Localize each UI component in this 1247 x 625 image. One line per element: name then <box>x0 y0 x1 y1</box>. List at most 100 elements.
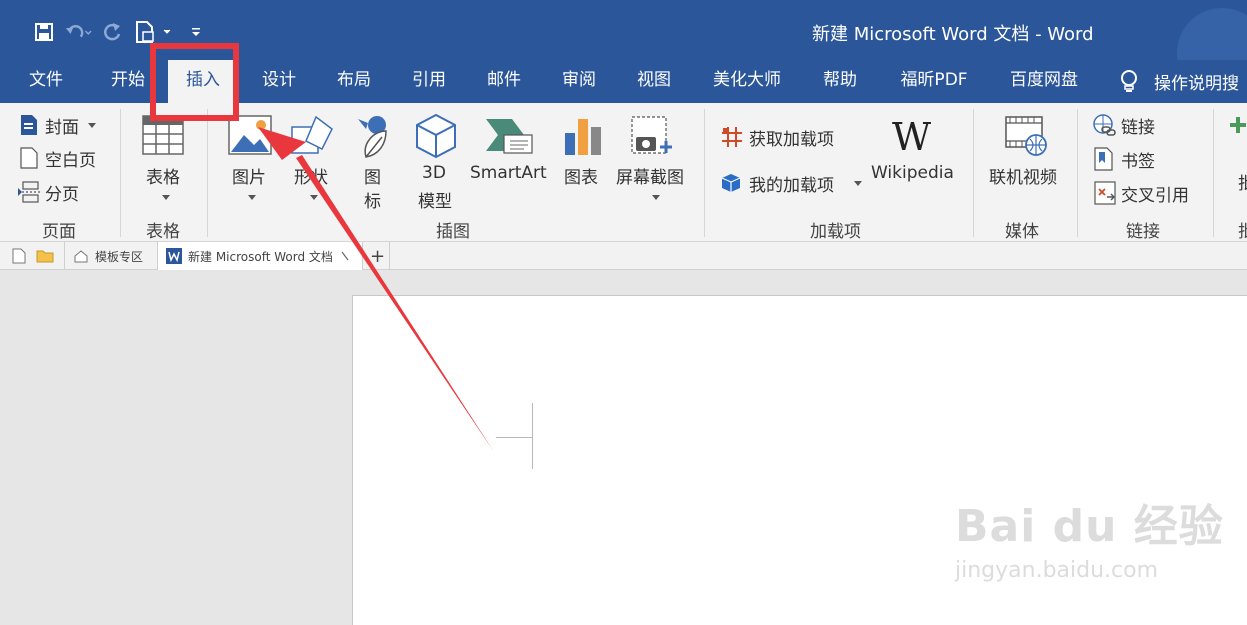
3d-model-label-line2: 模型 <box>418 192 452 212</box>
cross-reference-button[interactable]: 交叉引用 <box>1092 179 1212 207</box>
wikipedia-button[interactable]: W Wikipedia <box>868 111 962 206</box>
document-icon <box>136 21 171 43</box>
table-button[interactable]: 表格 <box>136 111 192 206</box>
watermark-url: jingyan.baidu.com <box>955 558 1159 583</box>
wikipedia-icon: W <box>892 115 932 159</box>
media-group-label: 媒体 <box>1005 222 1039 242</box>
3d-model-button[interactable]: 3D 模型 <box>410 111 462 212</box>
my-addins-button[interactable]: 我的加载项 <box>720 169 866 197</box>
screenshot-icon <box>631 116 672 154</box>
icons-button[interactable]: 图 标 <box>350 111 398 212</box>
tab-templates[interactable]: 模板专区 <box>64 242 151 270</box>
margin-corner-mark <box>496 437 533 438</box>
get-addins-button[interactable]: 获取加载项 <box>720 123 850 151</box>
tab-review[interactable]: 审阅 <box>553 60 605 103</box>
tab-view[interactable]: 视图 <box>628 60 680 103</box>
redo-button[interactable] <box>98 18 126 46</box>
add-tab-button[interactable]: + <box>366 242 390 270</box>
screenshot-button[interactable]: 屏幕截图 <box>614 111 694 206</box>
blank-document-icon <box>12 248 26 264</box>
group-separator <box>973 109 974 237</box>
redo-icon <box>104 23 121 41</box>
chart-button[interactable]: 图表 <box>560 111 608 206</box>
smartart-icon <box>486 119 533 154</box>
tab-baidu-netdisk[interactable]: 百度网盘 <box>1000 60 1088 103</box>
blank-page-button[interactable]: 空白页 <box>18 146 108 172</box>
quick-access-toolbar <box>30 18 216 46</box>
annotation-highlight-box <box>150 43 239 121</box>
tab-home[interactable]: 开始 <box>102 60 154 103</box>
open-folder-button[interactable] <box>36 242 54 270</box>
blank-page-icon <box>20 147 38 169</box>
group-separator <box>207 109 208 237</box>
tab-design[interactable]: 设计 <box>253 60 305 103</box>
tab-foxit-pdf[interactable]: 福昕PDF <box>889 60 979 103</box>
group-separator <box>120 109 121 237</box>
link-label: 链接 <box>1121 118 1155 138</box>
cover-page-label: 封面 <box>45 118 79 138</box>
tab-help[interactable]: 帮助 <box>814 60 866 103</box>
shapes-button[interactable]: 形状 <box>288 111 340 206</box>
folder-icon <box>36 250 54 263</box>
screenshot-label: 屏幕截图 <box>616 168 684 188</box>
tab-mailings[interactable]: 邮件 <box>478 60 530 103</box>
icons-label-line2: 标 <box>364 192 381 212</box>
undo-button[interactable] <box>64 18 92 46</box>
close-icon[interactable] <box>341 251 349 261</box>
group-separator <box>1077 109 1078 237</box>
get-addins-label: 获取加载项 <box>749 130 834 150</box>
customize-qat-button[interactable] <box>182 18 210 46</box>
shapes-caret <box>310 195 318 200</box>
lightbulb-icon <box>1121 69 1137 92</box>
icons-label-line1: 图 <box>364 168 381 188</box>
page-break-icon <box>18 181 42 203</box>
smartart-button[interactable]: SmartArt <box>468 111 552 206</box>
save-button[interactable] <box>30 18 58 46</box>
link-button[interactable]: 链接 <box>1092 111 1202 139</box>
print-preview-button[interactable] <box>132 18 176 46</box>
home-icon <box>74 250 88 263</box>
table-icon <box>142 115 184 155</box>
3d-model-label-line1: 3D <box>422 163 446 183</box>
page-break-button[interactable]: 分页 <box>18 180 108 206</box>
watermark-main-text: Bai du 经验 <box>955 501 1224 552</box>
tab-current-document[interactable]: 新建 Microsoft Word 文档 <box>157 242 363 270</box>
cube-icon <box>416 113 456 159</box>
shapes-label: 形状 <box>294 168 328 188</box>
tab-references[interactable]: 引用 <box>403 60 455 103</box>
picture-icon <box>228 115 272 155</box>
blank-page-label: 空白页 <box>45 151 96 171</box>
shapes-icon <box>291 115 333 154</box>
comment-button[interactable]: 批 <box>1230 111 1247 206</box>
group-separator <box>704 109 705 237</box>
margin-corner-mark <box>532 403 533 469</box>
picture-caret <box>248 195 256 200</box>
pages-group-label: 页面 <box>42 222 76 242</box>
wikipedia-label: Wikipedia <box>871 163 954 183</box>
word-doc-icon <box>166 248 182 264</box>
links-group-label: 链接 <box>1126 222 1160 242</box>
tab-file[interactable]: 文件 <box>20 60 72 103</box>
cross-reference-label: 交叉引用 <box>1121 186 1189 206</box>
bookmark-button[interactable]: 书签 <box>1092 145 1202 173</box>
new-document-button[interactable] <box>12 242 26 270</box>
cover-page-icon <box>21 115 37 135</box>
page-break-label: 分页 <box>45 185 79 205</box>
picture-button[interactable]: 图片 <box>226 111 278 206</box>
bookmark-label: 书签 <box>1121 152 1155 172</box>
picture-label: 图片 <box>232 168 266 188</box>
tell-me-search[interactable]: 操作说明搜 <box>1118 60 1239 103</box>
tab-layout[interactable]: 布局 <box>328 60 380 103</box>
my-addins-caret <box>854 181 862 186</box>
undo-icon <box>65 25 92 38</box>
comment-label: 批 <box>1238 174 1247 194</box>
illustrations-group-label: 插图 <box>436 222 470 242</box>
link-icon <box>1093 114 1116 136</box>
tab-beautify-master[interactable]: 美化大师 <box>703 60 791 103</box>
store-icon <box>722 127 742 147</box>
addin-cube-icon <box>721 174 741 192</box>
cover-page-button[interactable]: 封面 <box>18 113 108 139</box>
online-video-button[interactable]: 联机视频 <box>986 111 1064 206</box>
save-icon <box>35 23 53 41</box>
tables-group-label: 表格 <box>146 222 180 242</box>
